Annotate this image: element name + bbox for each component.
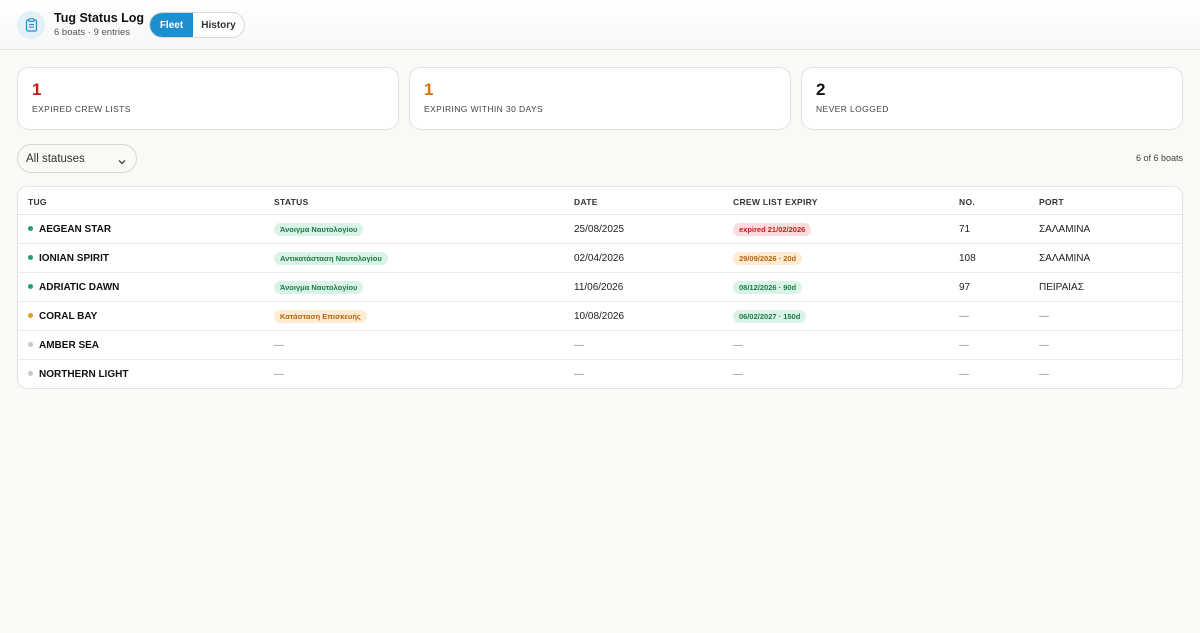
expiry-badge: 08/12/2026 · 90d (733, 281, 803, 294)
summary-label: NEVER LOGGED (816, 104, 889, 114)
status-dot-icon (28, 283, 33, 289)
column-header-status: STATUS (274, 197, 309, 207)
app-subtitle: 6 boats · 9 entries (54, 27, 131, 38)
expiry-badge: 29/09/2026 · 20d (733, 252, 803, 265)
port-cell: — (1039, 369, 1049, 380)
summary-value: 2 (816, 80, 826, 99)
table-row[interactable]: AEGEAN STAR Άνοιγμα Ναυτολογίου 25/08/2025… (18, 215, 1182, 244)
table-row[interactable]: NORTHERN LIGHT — — — — — (18, 360, 1182, 388)
table-row[interactable]: CORAL BAY Κατάσταση Επισκευής 10/08/2026 06… (18, 302, 1182, 331)
status-dot-icon (28, 225, 33, 231)
port-cell: — (1039, 311, 1049, 322)
column-header-crew-list-expiry: CREW LIST EXPIRY (733, 197, 818, 207)
number-cell: — (959, 340, 969, 351)
column-header-date: DATE (574, 197, 598, 207)
summary-label: EXPIRED CREW LISTS (32, 104, 131, 114)
status-badge: Άνοιγμα Ναυτολογίου (274, 223, 364, 236)
expiry-badge: — (733, 369, 743, 380)
tug-name: ADRIATIC DAWN (28, 282, 119, 293)
expiry-badge: 06/02/2027 · 150d (733, 310, 807, 323)
date-cell: — (574, 340, 584, 351)
fleet-table: TUG STATUS DATE CREW LIST EXPIRY NO. POR… (17, 186, 1183, 389)
tab-fleet[interactable]: Fleet (150, 13, 193, 37)
port-cell: ΣΑΛΑΜΙΝΑ (1039, 224, 1091, 235)
summary-value: 1 (32, 80, 42, 99)
summary-card-never-logged: 2 NEVER LOGGED (801, 67, 1183, 130)
clipboard-icon (17, 11, 45, 39)
status-filter-select[interactable]: All statuses (17, 144, 137, 173)
summary-label: EXPIRING WITHIN 30 DAYS (424, 104, 544, 114)
port-cell: ΠΕΙΡΑΙΑΣ (1039, 282, 1084, 293)
column-header-no: NO. (959, 197, 976, 207)
tug-name-label: IONIAN SPIRIT (39, 253, 110, 264)
tug-name-label: AEGEAN STAR (39, 224, 112, 235)
table-row[interactable]: IONIAN SPIRIT Αντικατάσταση Ναυτολογίου 02… (18, 244, 1182, 273)
date-cell: 10/08/2026 (574, 311, 625, 322)
summary-card-expired: 1 EXPIRED CREW LISTS (17, 67, 399, 130)
table-row[interactable]: ADRIATIC DAWN Άνοιγμα Ναυτολογίου 11/06/20… (18, 273, 1182, 302)
date-cell: 25/08/2025 (574, 224, 625, 235)
app-title: Tug Status Log (54, 11, 145, 25)
expiry-badge: expired 21/02/2026 (733, 223, 812, 236)
tug-name: CORAL BAY (28, 311, 97, 322)
tug-name: AMBER SEA (28, 340, 99, 351)
tug-name-label: ADRIATIC DAWN (39, 282, 120, 293)
status-dot-icon (28, 370, 33, 376)
summary-card-expiring: 1 EXPIRING WITHIN 30 DAYS (409, 67, 791, 130)
number-cell: 97 (959, 282, 971, 293)
boat-count: 6 of 6 boats (1135, 153, 1183, 163)
number-cell: — (959, 311, 969, 322)
status-dot-icon (28, 312, 33, 318)
port-cell: — (1039, 340, 1049, 351)
status-badge: — (274, 369, 284, 380)
status-dot-icon (28, 341, 33, 347)
date-cell: 02/04/2026 (574, 253, 625, 264)
expiry-badge: — (733, 340, 743, 351)
table-header: TUG STATUS DATE CREW LIST EXPIRY NO. POR… (18, 187, 1182, 215)
tug-name-label: NORTHERN LIGHT (39, 369, 129, 380)
number-cell: 71 (959, 224, 971, 235)
tab-history[interactable]: History (193, 13, 244, 37)
date-cell: — (574, 369, 584, 380)
port-cell: ΣΑΛΑΜΙΝΑ (1039, 253, 1091, 264)
date-cell: 11/06/2026 (574, 282, 624, 293)
tug-name-label: AMBER SEA (39, 340, 100, 351)
number-cell: 108 (959, 253, 976, 264)
number-cell: — (959, 369, 969, 380)
status-badge: Αντικατάσταση Ναυτολογίου (274, 252, 388, 265)
status-badge: — (274, 340, 284, 351)
status-dot-icon (28, 254, 33, 260)
tug-name: AEGEAN STAR (28, 224, 111, 235)
column-header-port: PORT (1039, 197, 1064, 207)
table-row[interactable]: AMBER SEA — — — — — (18, 331, 1182, 360)
status-badge: Άνοιγμα Ναυτολογίου (274, 281, 364, 294)
tug-name-label: CORAL BAY (39, 311, 98, 322)
view-tabs: Fleet History (149, 12, 245, 38)
column-header-tug: TUG (28, 197, 47, 207)
app-header: Tug Status Log 6 boats · 9 entries Fleet… (0, 0, 1200, 50)
tug-name: NORTHERN LIGHT (28, 369, 128, 380)
summary-value: 1 (424, 80, 434, 99)
status-badge: Κατάσταση Επισκευής (274, 310, 367, 323)
tug-name: IONIAN SPIRIT (28, 253, 109, 264)
chevron-down-icon (117, 154, 127, 172)
status-filter-value: All statuses (26, 153, 85, 165)
